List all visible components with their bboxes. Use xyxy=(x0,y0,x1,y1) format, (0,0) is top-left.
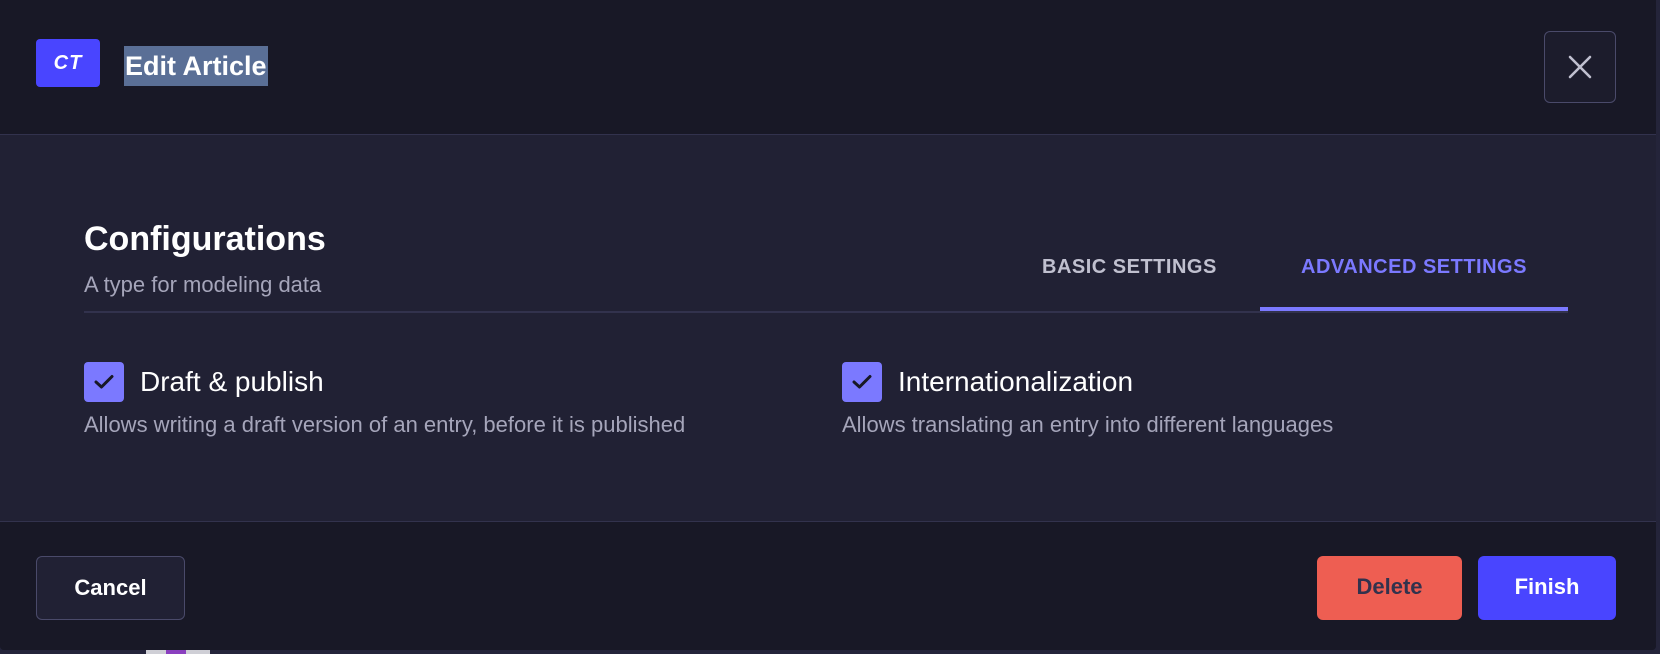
draft-publish-checkbox[interactable] xyxy=(84,362,124,402)
close-button[interactable] xyxy=(1544,31,1616,103)
internationalization-label[interactable]: Internationalization xyxy=(898,362,1133,402)
tab-basic-settings[interactable]: BASIC SETTINGS xyxy=(1042,247,1217,287)
internationalization-description: Allows translating an entry into differe… xyxy=(842,412,1334,437)
section-title: Configurations xyxy=(84,220,326,258)
active-tab-indicator xyxy=(1260,307,1568,311)
draft-publish-label[interactable]: Draft & publish xyxy=(140,362,324,402)
modal-body: Configurations A type for modeling data … xyxy=(0,135,1656,522)
modal-footer: Cancel Delete Finish xyxy=(0,522,1656,650)
draft-publish-description: Allows writing a draft version of an ent… xyxy=(84,412,686,437)
modal-header: CT Edit Article xyxy=(0,0,1656,135)
edit-content-type-modal: CT Edit Article Configurations A type fo… xyxy=(0,0,1656,650)
content-type-badge: CT xyxy=(36,39,100,87)
finish-button[interactable]: Finish xyxy=(1478,556,1616,620)
section-subtitle: A type for modeling data xyxy=(84,272,322,297)
internationalization-checkbox[interactable] xyxy=(842,362,882,402)
tabs-divider xyxy=(84,311,1568,313)
checkmark-icon xyxy=(94,375,114,389)
delete-button[interactable]: Delete xyxy=(1317,556,1462,620)
modal-title: Edit Article xyxy=(124,46,268,86)
tab-advanced-settings[interactable]: ADVANCED SETTINGS xyxy=(1260,247,1568,287)
close-icon xyxy=(1568,55,1592,79)
cancel-button[interactable]: Cancel xyxy=(36,556,185,620)
checkmark-icon xyxy=(852,375,872,389)
